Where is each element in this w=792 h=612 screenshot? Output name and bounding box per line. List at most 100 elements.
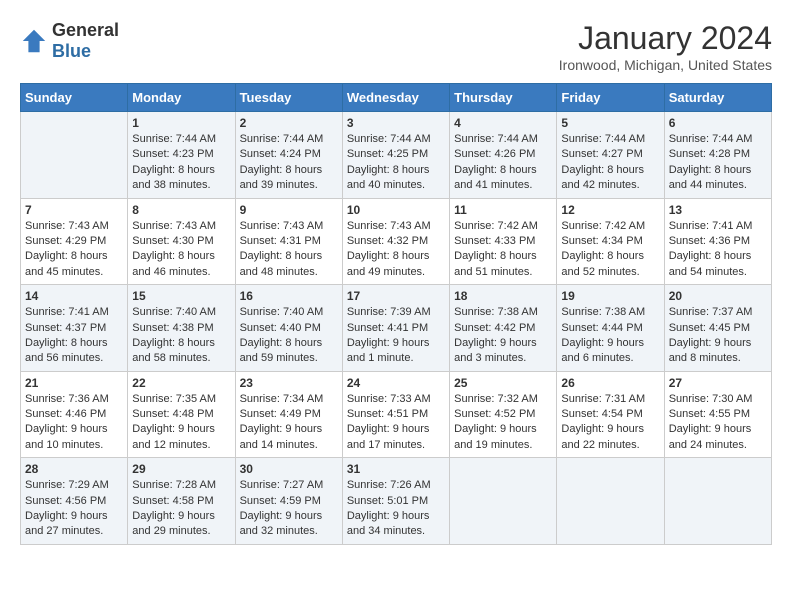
day-info: Sunrise: 7:44 AMSunset: 4:24 PMDaylight:… xyxy=(240,132,338,194)
calendar-day-cell: 3 Sunrise: 7:44 AMSunset: 4:25 PMDayligh… xyxy=(342,112,449,199)
day-number: 13 xyxy=(669,203,767,217)
calendar-day-cell: 8 Sunrise: 7:43 AMSunset: 4:30 PMDayligh… xyxy=(128,198,235,285)
calendar-day-cell: 1 Sunrise: 7:44 AMSunset: 4:23 PMDayligh… xyxy=(128,112,235,199)
day-info: Sunrise: 7:39 AMSunset: 4:41 PMDaylight:… xyxy=(347,305,445,367)
calendar-day-cell: 2 Sunrise: 7:44 AMSunset: 4:24 PMDayligh… xyxy=(235,112,342,199)
calendar-day-cell: 19 Sunrise: 7:38 AMSunset: 4:44 PMDaylig… xyxy=(557,285,664,372)
day-info: Sunrise: 7:29 AMSunset: 4:56 PMDaylight:… xyxy=(25,478,123,540)
calendar-day-cell xyxy=(450,458,557,545)
calendar-day-cell: 29 Sunrise: 7:28 AMSunset: 4:58 PMDaylig… xyxy=(128,458,235,545)
calendar-day-header: Sunday xyxy=(21,84,128,112)
calendar-day-cell xyxy=(21,112,128,199)
day-info: Sunrise: 7:30 AMSunset: 4:55 PMDaylight:… xyxy=(669,392,767,454)
day-number: 14 xyxy=(25,289,123,303)
day-number: 25 xyxy=(454,376,552,390)
calendar-subtitle: Ironwood, Michigan, United States xyxy=(559,57,772,73)
calendar-day-cell: 22 Sunrise: 7:35 AMSunset: 4:48 PMDaylig… xyxy=(128,371,235,458)
day-info: Sunrise: 7:33 AMSunset: 4:51 PMDaylight:… xyxy=(347,392,445,454)
day-info: Sunrise: 7:37 AMSunset: 4:45 PMDaylight:… xyxy=(669,305,767,367)
day-number: 30 xyxy=(240,462,338,476)
day-number: 8 xyxy=(132,203,230,217)
day-info: Sunrise: 7:28 AMSunset: 4:58 PMDaylight:… xyxy=(132,478,230,540)
title-block: January 2024 Ironwood, Michigan, United … xyxy=(559,20,772,73)
calendar-day-header: Friday xyxy=(557,84,664,112)
logo: General Blue xyxy=(20,20,119,62)
logo-blue: Blue xyxy=(52,41,91,61)
day-info: Sunrise: 7:36 AMSunset: 4:46 PMDaylight:… xyxy=(25,392,123,454)
day-info: Sunrise: 7:41 AMSunset: 4:36 PMDaylight:… xyxy=(669,219,767,281)
calendar-day-cell: 27 Sunrise: 7:30 AMSunset: 4:55 PMDaylig… xyxy=(664,371,771,458)
day-info: Sunrise: 7:40 AMSunset: 4:40 PMDaylight:… xyxy=(240,305,338,367)
day-number: 15 xyxy=(132,289,230,303)
calendar-week-row: 7 Sunrise: 7:43 AMSunset: 4:29 PMDayligh… xyxy=(21,198,772,285)
day-number: 19 xyxy=(561,289,659,303)
calendar-day-cell: 23 Sunrise: 7:34 AMSunset: 4:49 PMDaylig… xyxy=(235,371,342,458)
calendar-day-header: Monday xyxy=(128,84,235,112)
day-number: 10 xyxy=(347,203,445,217)
calendar-day-cell: 18 Sunrise: 7:38 AMSunset: 4:42 PMDaylig… xyxy=(450,285,557,372)
calendar-week-row: 14 Sunrise: 7:41 AMSunset: 4:37 PMDaylig… xyxy=(21,285,772,372)
calendar-day-cell: 30 Sunrise: 7:27 AMSunset: 4:59 PMDaylig… xyxy=(235,458,342,545)
calendar-day-cell: 28 Sunrise: 7:29 AMSunset: 4:56 PMDaylig… xyxy=(21,458,128,545)
calendar-day-cell xyxy=(557,458,664,545)
page-header: General Blue January 2024 Ironwood, Mich… xyxy=(20,20,772,73)
day-info: Sunrise: 7:43 AMSunset: 4:32 PMDaylight:… xyxy=(347,219,445,281)
day-info: Sunrise: 7:41 AMSunset: 4:37 PMDaylight:… xyxy=(25,305,123,367)
calendar-header-row: SundayMondayTuesdayWednesdayThursdayFrid… xyxy=(21,84,772,112)
day-info: Sunrise: 7:38 AMSunset: 4:42 PMDaylight:… xyxy=(454,305,552,367)
day-number: 11 xyxy=(454,203,552,217)
day-info: Sunrise: 7:26 AMSunset: 5:01 PMDaylight:… xyxy=(347,478,445,540)
day-info: Sunrise: 7:43 AMSunset: 4:29 PMDaylight:… xyxy=(25,219,123,281)
day-info: Sunrise: 7:44 AMSunset: 4:27 PMDaylight:… xyxy=(561,132,659,194)
calendar-body: 1 Sunrise: 7:44 AMSunset: 4:23 PMDayligh… xyxy=(21,112,772,545)
day-number: 3 xyxy=(347,116,445,130)
day-number: 28 xyxy=(25,462,123,476)
calendar-day-cell: 9 Sunrise: 7:43 AMSunset: 4:31 PMDayligh… xyxy=(235,198,342,285)
calendar-day-cell: 11 Sunrise: 7:42 AMSunset: 4:33 PMDaylig… xyxy=(450,198,557,285)
calendar-day-cell: 10 Sunrise: 7:43 AMSunset: 4:32 PMDaylig… xyxy=(342,198,449,285)
day-number: 2 xyxy=(240,116,338,130)
day-number: 9 xyxy=(240,203,338,217)
day-info: Sunrise: 7:34 AMSunset: 4:49 PMDaylight:… xyxy=(240,392,338,454)
day-number: 31 xyxy=(347,462,445,476)
day-number: 24 xyxy=(347,376,445,390)
day-info: Sunrise: 7:44 AMSunset: 4:26 PMDaylight:… xyxy=(454,132,552,194)
calendar-day-cell: 20 Sunrise: 7:37 AMSunset: 4:45 PMDaylig… xyxy=(664,285,771,372)
day-number: 20 xyxy=(669,289,767,303)
day-number: 5 xyxy=(561,116,659,130)
calendar-day-cell: 31 Sunrise: 7:26 AMSunset: 5:01 PMDaylig… xyxy=(342,458,449,545)
calendar-day-cell: 25 Sunrise: 7:32 AMSunset: 4:52 PMDaylig… xyxy=(450,371,557,458)
calendar-title: January 2024 xyxy=(559,20,772,57)
calendar-day-cell: 12 Sunrise: 7:42 AMSunset: 4:34 PMDaylig… xyxy=(557,198,664,285)
calendar-week-row: 21 Sunrise: 7:36 AMSunset: 4:46 PMDaylig… xyxy=(21,371,772,458)
logo-general: General xyxy=(52,20,119,40)
day-number: 22 xyxy=(132,376,230,390)
calendar-day-header: Saturday xyxy=(664,84,771,112)
day-info: Sunrise: 7:44 AMSunset: 4:23 PMDaylight:… xyxy=(132,132,230,194)
day-info: Sunrise: 7:40 AMSunset: 4:38 PMDaylight:… xyxy=(132,305,230,367)
day-info: Sunrise: 7:44 AMSunset: 4:28 PMDaylight:… xyxy=(669,132,767,194)
calendar-day-cell: 17 Sunrise: 7:39 AMSunset: 4:41 PMDaylig… xyxy=(342,285,449,372)
calendar-day-cell: 24 Sunrise: 7:33 AMSunset: 4:51 PMDaylig… xyxy=(342,371,449,458)
calendar-table: SundayMondayTuesdayWednesdayThursdayFrid… xyxy=(20,83,772,545)
calendar-day-cell: 7 Sunrise: 7:43 AMSunset: 4:29 PMDayligh… xyxy=(21,198,128,285)
day-info: Sunrise: 7:43 AMSunset: 4:31 PMDaylight:… xyxy=(240,219,338,281)
day-number: 29 xyxy=(132,462,230,476)
calendar-day-cell: 26 Sunrise: 7:31 AMSunset: 4:54 PMDaylig… xyxy=(557,371,664,458)
day-number: 7 xyxy=(25,203,123,217)
day-number: 18 xyxy=(454,289,552,303)
day-info: Sunrise: 7:42 AMSunset: 4:33 PMDaylight:… xyxy=(454,219,552,281)
calendar-day-header: Wednesday xyxy=(342,84,449,112)
day-number: 16 xyxy=(240,289,338,303)
day-info: Sunrise: 7:44 AMSunset: 4:25 PMDaylight:… xyxy=(347,132,445,194)
day-number: 4 xyxy=(454,116,552,130)
calendar-week-row: 28 Sunrise: 7:29 AMSunset: 4:56 PMDaylig… xyxy=(21,458,772,545)
day-info: Sunrise: 7:31 AMSunset: 4:54 PMDaylight:… xyxy=(561,392,659,454)
day-info: Sunrise: 7:43 AMSunset: 4:30 PMDaylight:… xyxy=(132,219,230,281)
day-number: 21 xyxy=(25,376,123,390)
calendar-week-row: 1 Sunrise: 7:44 AMSunset: 4:23 PMDayligh… xyxy=(21,112,772,199)
day-number: 26 xyxy=(561,376,659,390)
day-info: Sunrise: 7:35 AMSunset: 4:48 PMDaylight:… xyxy=(132,392,230,454)
day-number: 6 xyxy=(669,116,767,130)
day-number: 23 xyxy=(240,376,338,390)
